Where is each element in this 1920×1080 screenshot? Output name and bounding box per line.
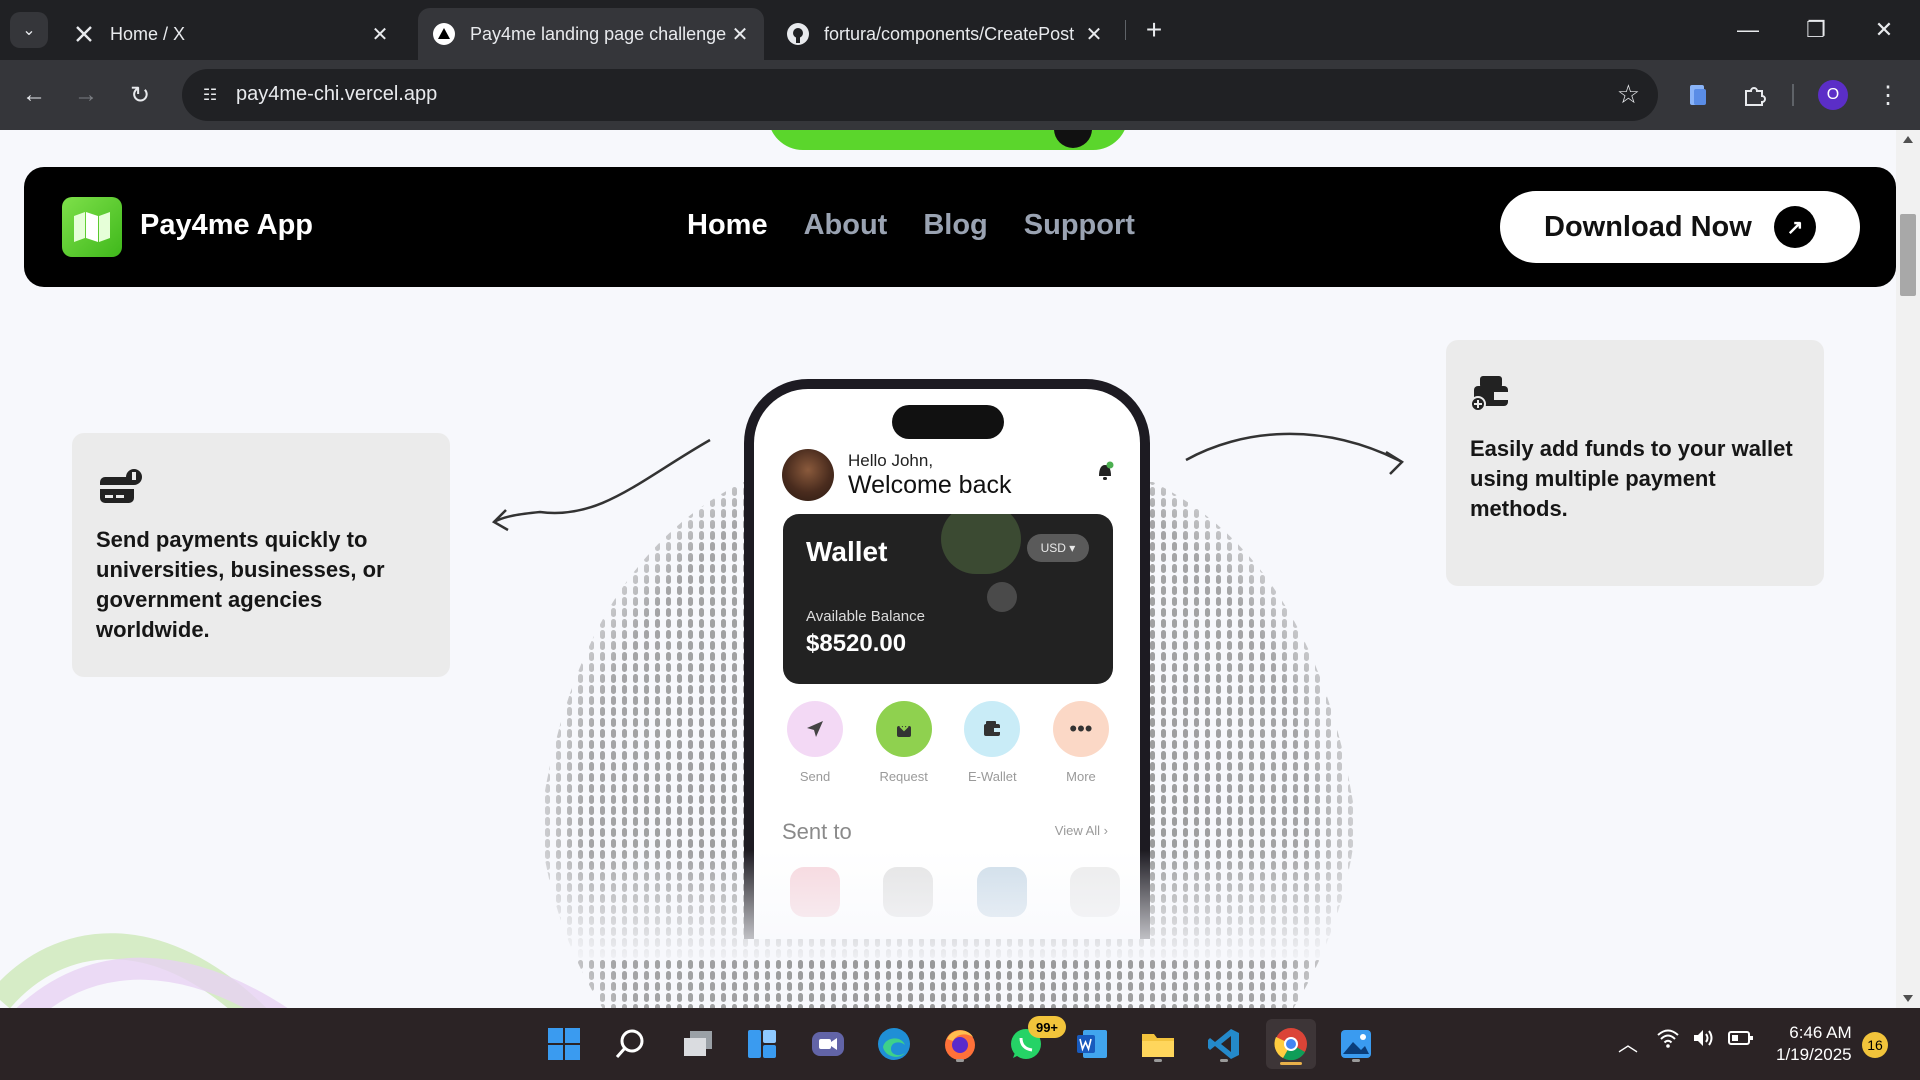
user-avatar [782, 449, 834, 501]
wallet-title: Wallet [806, 536, 888, 567]
whatsapp-badge: 99+ [1028, 1016, 1066, 1038]
chrome-icon[interactable] [1266, 1019, 1316, 1069]
url-text[interactable]: pay4me-chi.vercel.app [236, 83, 437, 106]
running-indicator [956, 1059, 964, 1062]
windows-taskbar: 99+ ︿ 6:46 AM 1/19/2025 16 [0, 1008, 1920, 1080]
extensions-puzzle-icon[interactable] [1734, 75, 1774, 115]
tab-separator [1125, 20, 1126, 40]
greeting-hello: Hello John, [848, 451, 934, 470]
scroll-up-arrow-icon[interactable] [1903, 136, 1913, 143]
restore-icon[interactable]: ❐ [1796, 10, 1836, 50]
action-label: More [1066, 769, 1096, 784]
tab-strip: ⌄ Home / X ✕ Pay4me landing page challen… [0, 0, 1920, 60]
forward-arrow-icon[interactable]: → [66, 75, 106, 115]
tab-github[interactable]: fortura/components/CreatePost ✕ [772, 8, 1118, 60]
vscode-icon[interactable] [1202, 1022, 1246, 1066]
sent-to-heading: Sent to [782, 819, 852, 844]
tab-close-icon[interactable]: ✕ [370, 22, 390, 47]
running-indicator [1352, 1059, 1360, 1062]
teams-chat-icon[interactable] [806, 1022, 850, 1066]
available-balance-label: Available Balance [806, 608, 925, 625]
vercel-triangle-icon [432, 22, 456, 46]
dynamic-island [892, 405, 1004, 439]
bottom-fade-overlay [520, 850, 1380, 960]
decorative-swirl [0, 933, 288, 1008]
page-scrollbar[interactable] [1896, 130, 1920, 1008]
view-all-link[interactable]: View All › [1055, 823, 1108, 838]
wallet-card: Wallet USD ▾ Available Balance $8520.00 [783, 514, 1113, 684]
quick-actions: Send Request E-Wallet ••• More [772, 701, 1124, 784]
send-plane-icon [787, 701, 843, 757]
scroll-thumb[interactable] [1900, 214, 1916, 296]
tab-search-button[interactable]: ⌄ [10, 12, 48, 48]
wallet-decor-blob [941, 514, 1021, 574]
clock-date: 1/19/2025 [1776, 1045, 1852, 1064]
currency-select[interactable]: USD ▾ [1027, 534, 1089, 562]
minimize-icon[interactable]: — [1728, 10, 1768, 50]
wallet-decor-dot [987, 582, 1017, 612]
reload-icon[interactable]: ↻ [120, 75, 160, 115]
windows-start-icon[interactable] [542, 1022, 586, 1066]
tab-x-home[interactable]: Home / X ✕ [58, 8, 404, 60]
action-more[interactable]: ••• More [1038, 701, 1124, 784]
extension-doc-icon[interactable] [1678, 75, 1718, 115]
browser-toolbar: ← → ↻ ☷ pay4me-chi.vercel.app ☆ O ⋮ [0, 60, 1920, 130]
x-logo-icon [72, 22, 96, 46]
page-viewport: Pay4me App Home About Blog Support Downl… [0, 130, 1920, 1008]
new-tab-plus-icon[interactable]: + [1138, 12, 1170, 48]
profile-avatar[interactable]: O [1818, 80, 1848, 110]
tab-title: fortura/components/CreatePost [824, 23, 1075, 44]
request-download-icon [875, 701, 932, 757]
photos-icon[interactable] [1334, 1022, 1378, 1066]
running-indicator [1154, 1059, 1162, 1062]
whatsapp-icon[interactable]: 99+ [1004, 1016, 1066, 1066]
toolbar-separator [1792, 84, 1794, 106]
action-request[interactable]: Request [861, 701, 947, 784]
address-bar[interactable]: ☷ pay4me-chi.vercel.app ☆ [182, 69, 1658, 121]
back-arrow-icon[interactable]: ← [14, 75, 54, 115]
left-curved-arrow [493, 438, 711, 524]
scroll-down-arrow-icon[interactable] [1903, 995, 1913, 1002]
wifi-icon[interactable] [1656, 1028, 1680, 1054]
bookmark-star-icon[interactable]: ☆ [1617, 79, 1640, 110]
action-send[interactable]: Send [772, 701, 858, 784]
battery-icon[interactable] [1728, 1028, 1754, 1054]
action-label: Request [879, 769, 928, 784]
edge-browser-icon[interactable] [872, 1022, 916, 1066]
clock-time: 6:46 AM [1789, 1023, 1852, 1042]
notification-count-badge[interactable]: 16 [1862, 1032, 1888, 1058]
tab-close-icon[interactable]: ✕ [730, 22, 750, 47]
action-ewallet[interactable]: E-Wallet [949, 701, 1035, 784]
action-label: E-Wallet [967, 769, 1017, 784]
github-icon [786, 22, 810, 46]
tab-pay4me[interactable]: Pay4me landing page challenge ✕ [418, 8, 764, 60]
more-dots-icon: ••• [1052, 701, 1109, 757]
greeting-welcome: Welcome back [848, 471, 1012, 499]
search-icon[interactable] [608, 1022, 652, 1066]
running-indicator [1220, 1059, 1228, 1062]
window-close-icon[interactable]: ✕ [1864, 10, 1904, 50]
volume-icon[interactable] [1692, 1028, 1716, 1054]
active-indicator [1280, 1062, 1302, 1065]
tab-title: Pay4me landing page challenge [470, 23, 727, 44]
right-curved-arrow [1185, 432, 1403, 464]
tab-close-icon[interactable]: ✕ [1084, 22, 1104, 47]
tray-overflow-chevron-icon[interactable]: ︿ [1618, 1028, 1638, 1057]
notification-bell-icon [1099, 461, 1114, 480]
system-clock[interactable]: 6:46 AM 1/19/2025 [1776, 1022, 1852, 1066]
menu-kebab-icon[interactable]: ⋮ [1872, 75, 1904, 115]
widgets-icon[interactable] [740, 1022, 784, 1066]
site-info-icon[interactable]: ☷ [196, 81, 224, 109]
task-view-icon[interactable] [676, 1022, 720, 1066]
word-icon[interactable] [1070, 1022, 1114, 1066]
firefox-icon[interactable] [938, 1022, 982, 1066]
ewallet-icon [964, 701, 1021, 757]
balance-amount: $8520.00 [806, 630, 907, 657]
file-explorer-icon[interactable] [1136, 1022, 1180, 1066]
tab-title: Home / X [110, 23, 186, 44]
action-label: Send [799, 769, 831, 784]
